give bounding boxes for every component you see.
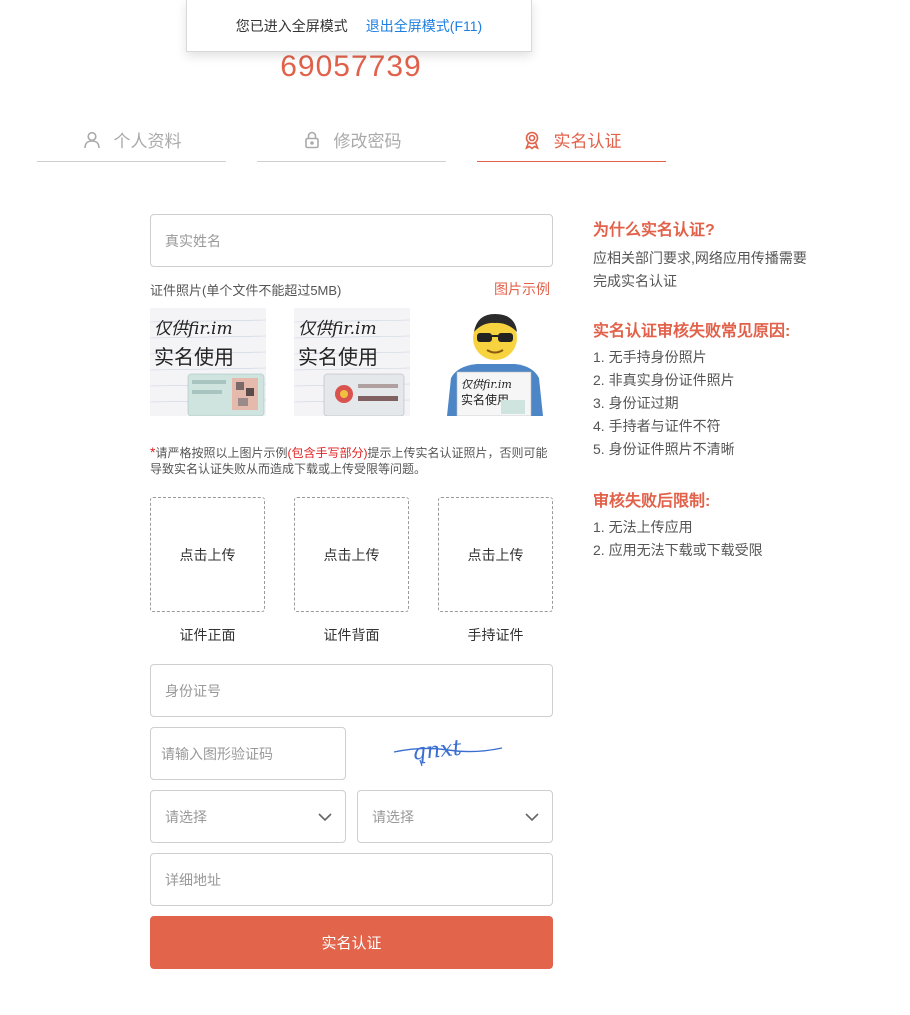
select-value: 请选择 xyxy=(165,808,207,825)
badge-icon xyxy=(524,131,539,150)
upload-id-back[interactable]: 点击上传 xyxy=(294,497,409,612)
chevron-down-icon xyxy=(525,812,539,821)
chevron-down-icon xyxy=(318,812,332,821)
list-item: 1. 无手持身份照片 xyxy=(593,349,707,365)
list-item: 5. 身份证件照片不清晰 xyxy=(593,441,735,457)
list-item: 2. 非真实身份证件照片 xyxy=(593,372,735,388)
upload-caption-back: 证件背面 xyxy=(323,627,380,643)
warning-highlight: (包含手写部分) xyxy=(287,446,368,460)
upload-button-label: 点击上传 xyxy=(467,546,524,563)
tab-label: 个人资料 xyxy=(113,132,182,151)
captcha-placeholder: 请输入图形验证码 xyxy=(161,745,273,762)
user-icon xyxy=(83,131,100,148)
fullscreen-notice: 您已进入全屏模式 退出全屏模式(F11) xyxy=(186,0,532,52)
limit-title: 审核失败后限制: xyxy=(593,493,711,510)
list-item: 2. 应用无法下载或下载受限 xyxy=(593,542,763,558)
handwriting-line1: 仅供fir.im xyxy=(461,378,512,391)
photo-label: 证件照片(单个文件不能超过5MB) xyxy=(150,283,342,298)
sample-photo-back: 仅供fir.im 实名使用 xyxy=(294,308,410,416)
upload-button-label: 点击上传 xyxy=(323,546,380,563)
handwriting-line1: 仅供fir.im xyxy=(298,319,377,339)
upload-warning: *请严格按照以上图片示例(包含手写部分)提示上传实名认证照片，否则可能导致实名认… xyxy=(150,444,556,477)
list-item: 4. 手持者与证件不符 xyxy=(593,418,721,434)
captcha-input[interactable]: 请输入图形验证码 xyxy=(150,727,346,780)
fullscreen-message: 您已进入全屏模式 xyxy=(235,17,348,34)
tab-real-name-auth[interactable]: 实名认证 xyxy=(477,118,666,162)
sample-image-link[interactable]: 图片示例 xyxy=(494,279,550,299)
id-number-input[interactable]: 身份证号 xyxy=(150,664,553,717)
address-input[interactable]: 详细地址 xyxy=(150,853,553,906)
sample-photo-holding: 仅供fir.im 实名使用 xyxy=(437,308,553,416)
why-text: 应相关部门要求,网络应用传播需要完成实名认证 xyxy=(593,250,807,289)
upload-caption-front: 证件正面 xyxy=(179,627,236,643)
province-select[interactable]: 请选择 xyxy=(150,790,346,843)
id-number-placeholder: 身份证号 xyxy=(165,682,221,699)
handwriting-line1: 仅供fir.im xyxy=(154,319,233,339)
upload-button-label: 点击上传 xyxy=(179,546,236,563)
select-value: 请选择 xyxy=(372,808,414,825)
upload-id-front[interactable]: 点击上传 xyxy=(150,497,265,612)
captcha-image[interactable]: qnxt xyxy=(392,730,504,770)
real-name-placeholder: 真实姓名 xyxy=(165,232,221,249)
upload-caption-holding: 手持证件 xyxy=(467,627,524,643)
real-name-input[interactable]: 真实姓名 xyxy=(150,214,553,267)
submit-button[interactable]: 实名认证 xyxy=(150,916,553,969)
limit-list: 1. 无法上传应用 2. 应用无法下载或下载受限 xyxy=(593,516,763,562)
tab-label: 修改密码 xyxy=(333,132,402,151)
city-select[interactable]: 请选择 xyxy=(357,790,553,843)
fail-reasons-title: 实名认证审核失败常见原因: xyxy=(593,323,791,340)
exit-fullscreen-link[interactable]: 退出全屏模式(F11) xyxy=(366,16,482,36)
tab-profile[interactable]: 个人资料 xyxy=(37,118,226,162)
warning-text-1: 请严格按照以上图片示例 xyxy=(155,446,288,460)
tab-label: 实名认证 xyxy=(553,132,622,151)
list-item: 3. 身份证过期 xyxy=(593,395,679,411)
tab-change-password[interactable]: 修改密码 xyxy=(257,118,446,162)
list-item: 1. 无法上传应用 xyxy=(593,519,693,535)
captcha-text: qnxt xyxy=(411,736,463,766)
user-id: 69057739 xyxy=(280,50,422,83)
why-title: 为什么实名认证? xyxy=(593,222,715,239)
handwriting-line2: 实名使用 xyxy=(298,345,378,369)
upload-holding-id[interactable]: 点击上传 xyxy=(438,497,553,612)
fail-reasons-list: 1. 无手持身份照片 2. 非真实身份证件照片 3. 身份证过期 4. 手持者与… xyxy=(593,346,735,461)
sample-photo-front: 仅供fir.im 实名使用 xyxy=(150,308,266,416)
address-placeholder: 详细地址 xyxy=(165,871,221,888)
lock-icon xyxy=(304,131,319,148)
handwriting-line2: 实名使用 xyxy=(154,345,234,369)
